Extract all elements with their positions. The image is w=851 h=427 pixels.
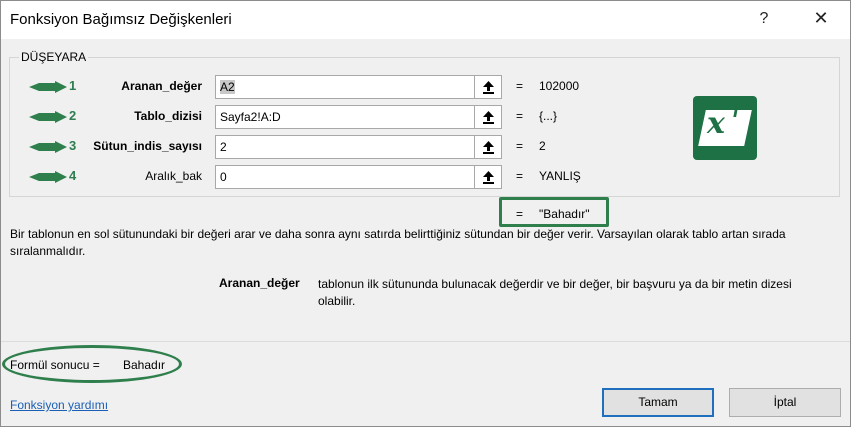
argument-result: {...} [539, 109, 558, 123]
function-arguments-dialog: Fonksiyon Bağımsız Değişkenleri ? ✕ DÜŞE… [0, 0, 851, 427]
dialog-title: Fonksiyon Bağımsız Değişkenleri [10, 11, 232, 28]
function-description: Bir tablonun en sol sütunundaki bir değe… [10, 227, 786, 258]
help-icon[interactable]: ? [749, 10, 779, 28]
equals-sign: = [516, 207, 524, 221]
green-arrow-icon [29, 171, 67, 183]
collapse-dialog-button[interactable] [475, 165, 502, 189]
argument-result: 2 [539, 139, 546, 153]
close-icon[interactable]: ✕ [806, 8, 836, 29]
selected-argument-name: Aranan_değer [219, 276, 300, 290]
selected-argument-description: tablonun ilk sütununda bulunacak değerdi… [318, 277, 792, 308]
green-arrow-icon [29, 81, 67, 93]
function-result-highlight: = "Bahadır" [499, 197, 609, 227]
collapse-dialog-button[interactable] [475, 135, 502, 159]
equals-sign: = [516, 169, 524, 183]
equals-sign: = [516, 109, 524, 123]
function-name: DÜŞEYARA [19, 50, 89, 64]
argument-number: 1 [69, 78, 77, 93]
function-result-value: "Bahadır" [539, 207, 590, 221]
excel-logo-icon: x l [693, 96, 757, 160]
equals-sign: = [516, 79, 524, 93]
function-help-link[interactable]: Fonksiyon yardımı [10, 398, 108, 412]
green-arrow-icon [29, 111, 67, 123]
argument-row-4: 4 Aralık_bak 0 = YANLIŞ [1, 165, 851, 189]
collapse-dialog-arrow-icon [483, 81, 494, 94]
formula-result-value: Bahadır [123, 358, 166, 372]
green-arrow-icon [29, 141, 67, 153]
argument-label: Aranan_değer [121, 79, 202, 93]
table-array-input[interactable]: Sayfa2!A:D [215, 105, 475, 129]
ok-button[interactable]: Tamam [602, 388, 714, 417]
equals-sign: = [516, 139, 524, 153]
argument-number: 3 [69, 138, 77, 153]
title-bar: Fonksiyon Bağımsız Değişkenleri ? ✕ [1, 1, 850, 39]
collapse-dialog-arrow-icon [483, 141, 494, 154]
formula-result-label: Formül sonucu = [10, 358, 100, 372]
argument-label: Aralık_bak [145, 169, 202, 183]
collapse-dialog-button[interactable] [475, 105, 502, 129]
collapse-dialog-arrow-icon [483, 111, 494, 124]
lookup-value-input[interactable]: A2 [215, 75, 475, 99]
argument-result: 102000 [539, 79, 580, 93]
argument-label: Tablo_dizisi [134, 109, 202, 123]
column-index-input[interactable]: 2 [215, 135, 475, 159]
argument-result: YANLIŞ [539, 169, 581, 183]
argument-number: 4 [69, 168, 77, 183]
range-lookup-input[interactable]: 0 [215, 165, 475, 189]
collapse-dialog-arrow-icon [483, 171, 494, 184]
divider [1, 341, 850, 342]
argument-label: Sütun_indis_sayısı [93, 139, 202, 153]
cancel-button[interactable]: İptal [729, 388, 841, 417]
argument-number: 2 [69, 108, 77, 123]
collapse-dialog-button[interactable] [475, 75, 502, 99]
